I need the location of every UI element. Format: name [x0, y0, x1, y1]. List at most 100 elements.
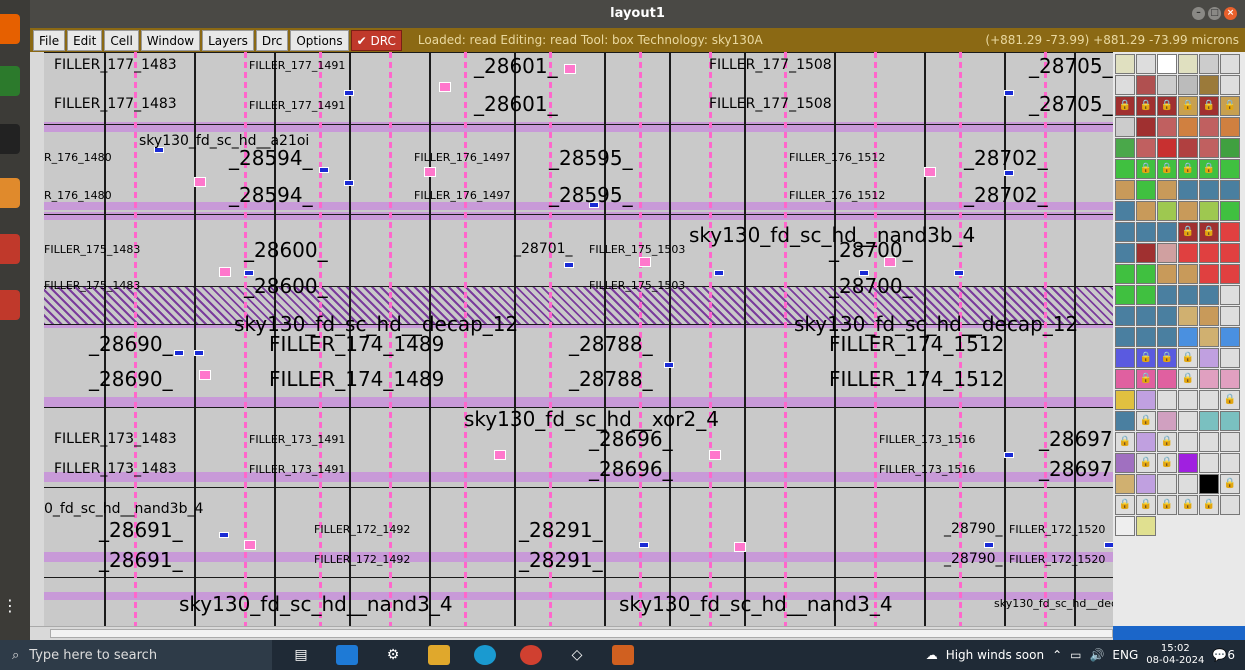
app-red-icon[interactable]	[0, 234, 20, 264]
layer-swatch[interactable]	[1178, 432, 1198, 452]
layer-swatch[interactable]	[1178, 180, 1198, 200]
layer-swatch[interactable]	[1199, 243, 1219, 263]
lock-icon[interactable]: 🔒	[1178, 495, 1198, 515]
layer-swatch[interactable]	[1115, 117, 1135, 137]
clock[interactable]: 15:02 08-04-2024	[1146, 643, 1204, 667]
layer-swatch[interactable]	[1199, 369, 1219, 389]
layer-swatch[interactable]	[1115, 453, 1135, 473]
layer-swatch[interactable]	[1157, 243, 1177, 263]
lock-icon[interactable]: 🔒	[1220, 390, 1240, 410]
layer-swatch[interactable]	[1199, 411, 1219, 431]
layer-swatch[interactable]	[1178, 474, 1198, 494]
lock-icon[interactable]: 🔒	[1199, 222, 1219, 242]
layer-swatch[interactable]	[1220, 75, 1240, 95]
files-icon[interactable]	[0, 178, 20, 208]
layer-swatch[interactable]	[1157, 264, 1177, 284]
lock-icon[interactable]: 🔒	[1178, 348, 1198, 368]
layer-swatch[interactable]	[1199, 75, 1219, 95]
lock-icon[interactable]: 🔒	[1178, 96, 1198, 116]
layer-swatch[interactable]	[1220, 348, 1240, 368]
layer-swatch[interactable]	[1157, 474, 1177, 494]
layer-swatch[interactable]	[1178, 411, 1198, 431]
layer-swatch[interactable]	[1115, 390, 1135, 410]
layer-swatch[interactable]	[1220, 327, 1240, 347]
layer-swatch[interactable]	[1178, 54, 1198, 74]
layer-swatch[interactable]	[1115, 201, 1135, 221]
layer-swatch[interactable]	[1199, 117, 1219, 137]
menu-layers[interactable]: Layers	[202, 29, 254, 51]
file-explorer-icon[interactable]	[428, 645, 450, 665]
layer-swatch[interactable]	[1115, 243, 1135, 263]
tray-expand-icon[interactable]: ⌃	[1052, 648, 1062, 662]
scroll-right-button[interactable]	[1113, 626, 1245, 640]
apps-grid-icon[interactable]: ⋮	[0, 596, 20, 626]
menu-options[interactable]: Options	[290, 29, 349, 51]
layer-swatch[interactable]	[1136, 138, 1156, 158]
lock-icon[interactable]: 🔒	[1178, 222, 1198, 242]
menu-edit[interactable]: Edit	[67, 29, 103, 51]
layer-swatch[interactable]	[1115, 180, 1135, 200]
minimize-button[interactable]: –	[1192, 7, 1205, 20]
layer-swatch[interactable]	[1115, 369, 1135, 389]
layer-swatch[interactable]	[1199, 180, 1219, 200]
layer-swatch[interactable]	[1136, 474, 1156, 494]
firefox-icon[interactable]	[0, 14, 20, 44]
lock-icon[interactable]: 🔒	[1136, 495, 1156, 515]
layer-swatch[interactable]	[1220, 180, 1240, 200]
layer-swatch[interactable]	[1136, 264, 1156, 284]
layer-swatch[interactable]	[1199, 348, 1219, 368]
layer-swatch[interactable]	[1199, 453, 1219, 473]
lock-icon[interactable]: 🔒	[1136, 348, 1156, 368]
app-icon[interactable]	[0, 66, 20, 96]
layer-swatch[interactable]	[1199, 201, 1219, 221]
notification-icon[interactable]: 💬6	[1212, 648, 1235, 662]
layer-swatch[interactable]	[1220, 306, 1240, 326]
layer-swatch[interactable]	[1136, 180, 1156, 200]
drc-toggle-button[interactable]: ✔ DRC	[350, 29, 402, 51]
weather-text[interactable]: High winds soon	[946, 648, 1044, 662]
lock-icon[interactable]: 🔒	[1136, 453, 1156, 473]
layer-swatch[interactable]	[1157, 411, 1177, 431]
layer-swatch[interactable]	[1157, 285, 1177, 305]
layer-swatch[interactable]	[1220, 495, 1240, 515]
layer-swatch[interactable]	[1220, 54, 1240, 74]
lock-icon[interactable]: 🔒	[1115, 432, 1135, 452]
lock-icon[interactable]: 🔒	[1157, 495, 1177, 515]
chrome-icon[interactable]	[520, 645, 542, 665]
layer-swatch[interactable]	[1115, 474, 1135, 494]
lock-icon[interactable]: 🔒	[1157, 159, 1177, 179]
layer-swatch[interactable]	[1178, 75, 1198, 95]
layer-swatch[interactable]	[1178, 327, 1198, 347]
layer-swatch[interactable]	[1220, 369, 1240, 389]
layer-swatch[interactable]	[1199, 432, 1219, 452]
layer-swatch[interactable]	[1220, 117, 1240, 137]
edge-icon[interactable]	[474, 645, 496, 665]
lock-icon[interactable]: 🔒	[1115, 495, 1135, 515]
layer-swatch[interactable]	[1115, 138, 1135, 158]
layer-swatch[interactable]	[1178, 390, 1198, 410]
layer-swatch[interactable]	[1136, 285, 1156, 305]
layer-swatch[interactable]	[1115, 411, 1135, 431]
lock-icon[interactable]: 🔒	[1220, 96, 1240, 116]
layer-swatch[interactable]	[1136, 201, 1156, 221]
scroll-thumb[interactable]	[50, 629, 1113, 638]
layer-swatch[interactable]	[1136, 117, 1156, 137]
layout-canvas[interactable]: FILLER_177_1483 FILLER_177_1491 _28601_ …	[30, 52, 1113, 626]
lock-icon[interactable]: 🔒	[1178, 369, 1198, 389]
layer-swatch[interactable]	[1157, 327, 1177, 347]
layer-swatch[interactable]	[1136, 306, 1156, 326]
layer-swatch[interactable]	[1199, 474, 1219, 494]
layer-swatch[interactable]	[1199, 138, 1219, 158]
layer-swatch[interactable]	[1136, 222, 1156, 242]
layer-swatch[interactable]	[1115, 285, 1135, 305]
volume-icon[interactable]: 🔊	[1089, 648, 1104, 662]
layer-swatch[interactable]	[1115, 348, 1135, 368]
virtualbox-icon[interactable]: ◇	[566, 645, 588, 665]
layer-swatch[interactable]	[1199, 306, 1219, 326]
layer-swatch[interactable]	[1199, 264, 1219, 284]
layer-swatch[interactable]	[1157, 306, 1177, 326]
layer-swatch[interactable]	[1115, 516, 1135, 536]
layer-swatch[interactable]	[1220, 264, 1240, 284]
layer-swatch[interactable]	[1136, 327, 1156, 347]
layer-swatch[interactable]	[1115, 306, 1135, 326]
